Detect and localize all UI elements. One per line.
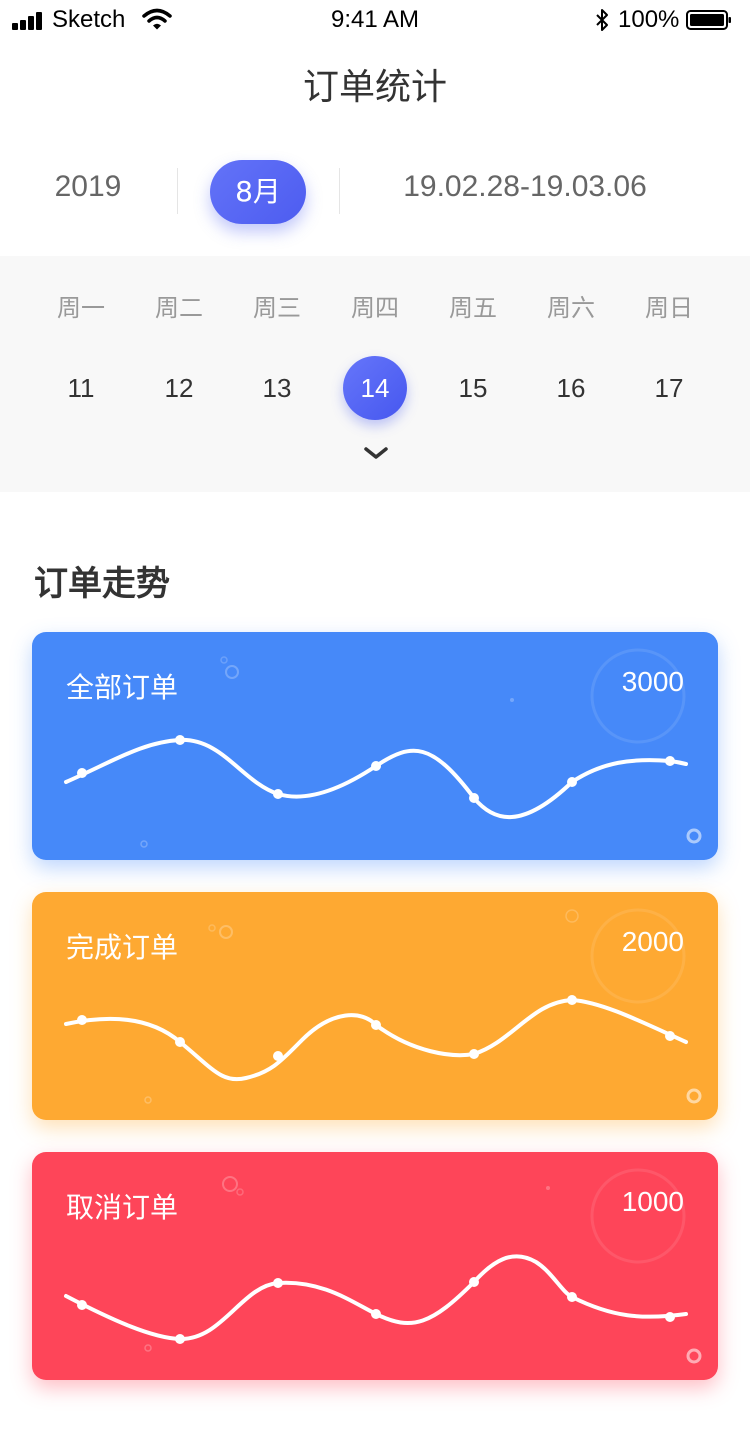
weekday-label: 周四 bbox=[351, 294, 399, 322]
day-cell[interactable]: 11 bbox=[32, 356, 130, 420]
card-value: 1000 bbox=[621, 1186, 684, 1217]
order-card-cancelled[interactable]: 取消订单 1000 bbox=[32, 1152, 718, 1380]
weekday-label: 周二 bbox=[155, 294, 203, 322]
battery-percentage: 100% bbox=[618, 6, 680, 33]
chevron-down-icon[interactable] bbox=[362, 444, 390, 462]
divider bbox=[177, 168, 178, 214]
card-label: 完成订单 bbox=[66, 931, 179, 964]
card-value: 2000 bbox=[621, 926, 684, 957]
day-cell[interactable]: 15 bbox=[424, 356, 522, 420]
day-cell[interactable]: 16 bbox=[522, 356, 620, 420]
weekday-label: 周三 bbox=[253, 294, 301, 322]
page-title: 订单统计 bbox=[302, 67, 447, 108]
day-cell-selected[interactable]: 14 bbox=[326, 356, 424, 420]
card-label: 全部订单 bbox=[66, 671, 179, 704]
weekday-label: 周日 bbox=[645, 294, 693, 322]
divider bbox=[339, 168, 340, 214]
card-label: 取消订单 bbox=[66, 1191, 179, 1224]
week-calendar: 周一 周二 周三 周四 周五 周六 周日 11 12 13 14 15 16 1… bbox=[0, 256, 750, 492]
order-card-completed[interactable]: 完成订单 2000 bbox=[32, 892, 718, 1120]
weekday-label: 周一 bbox=[57, 294, 105, 322]
battery-icon bbox=[686, 10, 731, 30]
order-card-all[interactable]: 全部订单 3000 bbox=[32, 632, 718, 860]
day-cell[interactable]: 13 bbox=[228, 356, 326, 420]
year-selector[interactable]: 2019 bbox=[36, 170, 140, 204]
card-value: 3000 bbox=[621, 666, 684, 697]
day-cell[interactable]: 12 bbox=[130, 356, 228, 420]
date-range-selector[interactable]: 19.02.28-19.03.06 bbox=[350, 170, 700, 204]
month-selector[interactable]: 8月 bbox=[210, 160, 306, 224]
weekday-label: 周五 bbox=[449, 294, 497, 322]
section-title: 订单走势 bbox=[34, 564, 170, 604]
day-cell[interactable]: 17 bbox=[620, 356, 718, 420]
status-bar: Sketch 9:41 AM 100% bbox=[0, 0, 750, 40]
weekday-label: 周六 bbox=[547, 294, 595, 322]
bluetooth-icon bbox=[596, 9, 608, 31]
